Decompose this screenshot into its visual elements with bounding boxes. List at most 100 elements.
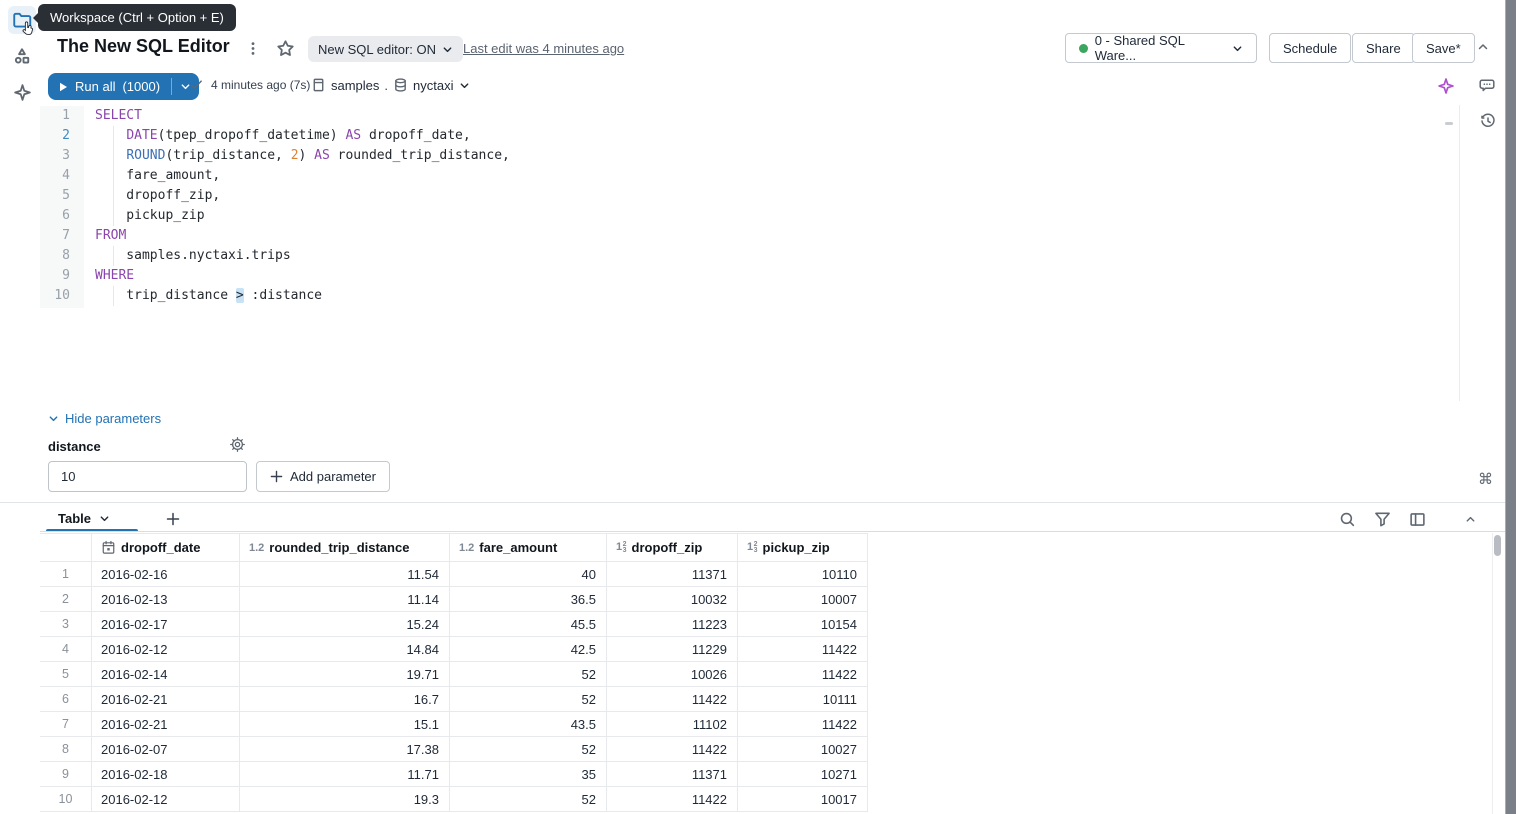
table-cell[interactable]: 10111: [738, 687, 868, 711]
table-cell[interactable]: 17.38: [240, 737, 450, 761]
table-cell[interactable]: 36.5: [450, 587, 607, 611]
new-editor-toggle[interactable]: New SQL editor: ON: [308, 36, 464, 62]
table-cell[interactable]: 2016-02-16: [92, 562, 240, 586]
table-cell[interactable]: 11223: [607, 612, 738, 636]
add-parameter-button[interactable]: Add parameter: [256, 461, 390, 492]
table-cell[interactable]: 19.3: [240, 787, 450, 811]
table-cell[interactable]: 2016-02-13: [92, 587, 240, 611]
table-cell[interactable]: 11422: [738, 637, 868, 661]
table-cell[interactable]: 2016-02-12: [92, 637, 240, 661]
version-history-button[interactable]: [1479, 112, 1497, 130]
table-cell[interactable]: 35: [450, 762, 607, 786]
row-number-cell[interactable]: 10: [40, 787, 92, 811]
results-scrollbar-thumb[interactable]: [1494, 535, 1501, 556]
column-header-fare-amount[interactable]: 1.2 fare_amount: [450, 534, 607, 561]
assistant-button[interactable]: [1437, 77, 1455, 95]
table-cell[interactable]: 10027: [738, 737, 868, 761]
table-cell[interactable]: 2016-02-07: [92, 737, 240, 761]
table-cell[interactable]: 43.5: [450, 712, 607, 736]
row-number-cell[interactable]: 6: [40, 687, 92, 711]
layout-panel-button[interactable]: [1407, 509, 1427, 529]
parameter-value-input[interactable]: [48, 461, 247, 492]
row-number-cell[interactable]: 3: [40, 612, 92, 636]
row-number-cell[interactable]: 1: [40, 562, 92, 586]
assistant-nav-button[interactable]: [8, 78, 36, 106]
code-line-row[interactable]: 2 DATE(tpep_dropoff_datetime) AS dropoff…: [40, 126, 1460, 146]
table-cell[interactable]: 11422: [738, 712, 868, 736]
editor-scrollbar-track[interactable]: [1459, 105, 1460, 401]
table-cell[interactable]: 11371: [607, 562, 738, 586]
table-cell[interactable]: 11.54: [240, 562, 450, 586]
catalog-schema-breadcrumb[interactable]: samples . nyctaxi: [311, 77, 470, 93]
window-scrollbar[interactable]: [1505, 0, 1516, 814]
save-button[interactable]: Save*: [1412, 33, 1475, 63]
workflows-nav-button[interactable]: [8, 42, 36, 70]
row-number-cell[interactable]: 9: [40, 762, 92, 786]
row-number-cell[interactable]: 8: [40, 737, 92, 761]
table-cell[interactable]: 10007: [738, 587, 868, 611]
sql-code-editor[interactable]: 1 SELECT 2 DATE(tpep_dropoff_datetime) AS …: [40, 106, 1460, 306]
table-cell[interactable]: 40: [450, 562, 607, 586]
row-number-cell[interactable]: 2: [40, 587, 92, 611]
more-actions-button[interactable]: [246, 41, 260, 56]
filter-results-button[interactable]: [1372, 509, 1392, 529]
table-cell[interactable]: 11422: [738, 662, 868, 686]
expand-results-button[interactable]: [1460, 509, 1480, 529]
table-cell[interactable]: 45.5: [450, 612, 607, 636]
table-cell[interactable]: 10110: [738, 562, 868, 586]
table-cell[interactable]: 2016-02-21: [92, 687, 240, 711]
run-all-button[interactable]: Run all (1000): [48, 73, 171, 100]
table-cell[interactable]: 10032: [607, 587, 738, 611]
table-cell[interactable]: 16.7: [240, 687, 450, 711]
table-cell[interactable]: 11102: [607, 712, 738, 736]
table-cell[interactable]: 15.1: [240, 712, 450, 736]
search-results-button[interactable]: [1337, 509, 1357, 529]
table-cell[interactable]: 10154: [738, 612, 868, 636]
table-cell[interactable]: 10026: [607, 662, 738, 686]
column-header-dropoff-date[interactable]: dropoff_date: [92, 534, 240, 561]
table-cell[interactable]: 42.5: [450, 637, 607, 661]
collapse-header-button[interactable]: [1476, 40, 1490, 54]
table-cell[interactable]: 52: [450, 687, 607, 711]
editor-scrollbar-thumb[interactable]: [1445, 122, 1453, 125]
table-cell[interactable]: 11422: [607, 687, 738, 711]
add-visualization-button[interactable]: [163, 509, 183, 529]
table-cell[interactable]: 11229: [607, 637, 738, 661]
comments-button[interactable]: [1478, 77, 1496, 95]
table-cell[interactable]: 14.84: [240, 637, 450, 661]
table-cell[interactable]: 11371: [607, 762, 738, 786]
table-cell[interactable]: 10017: [738, 787, 868, 811]
last-edit-link[interactable]: Last edit was 4 minutes ago: [463, 41, 624, 56]
table-cell[interactable]: 2016-02-21: [92, 712, 240, 736]
schedule-button[interactable]: Schedule: [1269, 33, 1352, 63]
column-header-pickup-zip[interactable]: 123 pickup_zip: [738, 534, 868, 561]
code-line-row[interactable]: 9 WHERE: [40, 266, 1460, 286]
favorite-button[interactable]: [276, 39, 295, 58]
row-number-cell[interactable]: 7: [40, 712, 92, 736]
table-cell[interactable]: 15.24: [240, 612, 450, 636]
table-cell[interactable]: 11.71: [240, 762, 450, 786]
tab-table[interactable]: Table: [46, 505, 122, 531]
table-cell[interactable]: 2016-02-17: [92, 612, 240, 636]
table-cell[interactable]: 52: [450, 662, 607, 686]
code-line-row[interactable]: 10 trip_distance > :distance: [40, 286, 1460, 306]
parameter-settings-button[interactable]: [229, 436, 246, 453]
table-cell[interactable]: 2016-02-18: [92, 762, 240, 786]
code-line-row[interactable]: 1 SELECT: [40, 106, 1460, 126]
table-cell[interactable]: 11422: [607, 737, 738, 761]
code-line-row[interactable]: 6 pickup_zip: [40, 206, 1460, 226]
code-line-row[interactable]: 8 samples.nyctaxi.trips: [40, 246, 1460, 266]
column-header-dropoff-zip[interactable]: 123 dropoff_zip: [607, 534, 738, 561]
column-header-rounded-trip-distance[interactable]: 1.2 rounded_trip_distance: [240, 534, 450, 561]
table-cell[interactable]: 19.71: [240, 662, 450, 686]
table-cell[interactable]: 2016-02-12: [92, 787, 240, 811]
table-cell[interactable]: 11422: [607, 787, 738, 811]
code-line-row[interactable]: 4 fare_amount,: [40, 166, 1460, 186]
table-cell[interactable]: 52: [450, 737, 607, 761]
code-line-row[interactable]: 3 ROUND(trip_distance, 2) AS rounded_tri…: [40, 146, 1460, 166]
table-cell[interactable]: 52: [450, 787, 607, 811]
warehouse-selector[interactable]: 0 - Shared SQL Ware...: [1065, 33, 1257, 63]
share-button[interactable]: Share: [1352, 33, 1415, 63]
code-line-row[interactable]: 5 dropoff_zip,: [40, 186, 1460, 206]
table-cell[interactable]: 2016-02-14: [92, 662, 240, 686]
